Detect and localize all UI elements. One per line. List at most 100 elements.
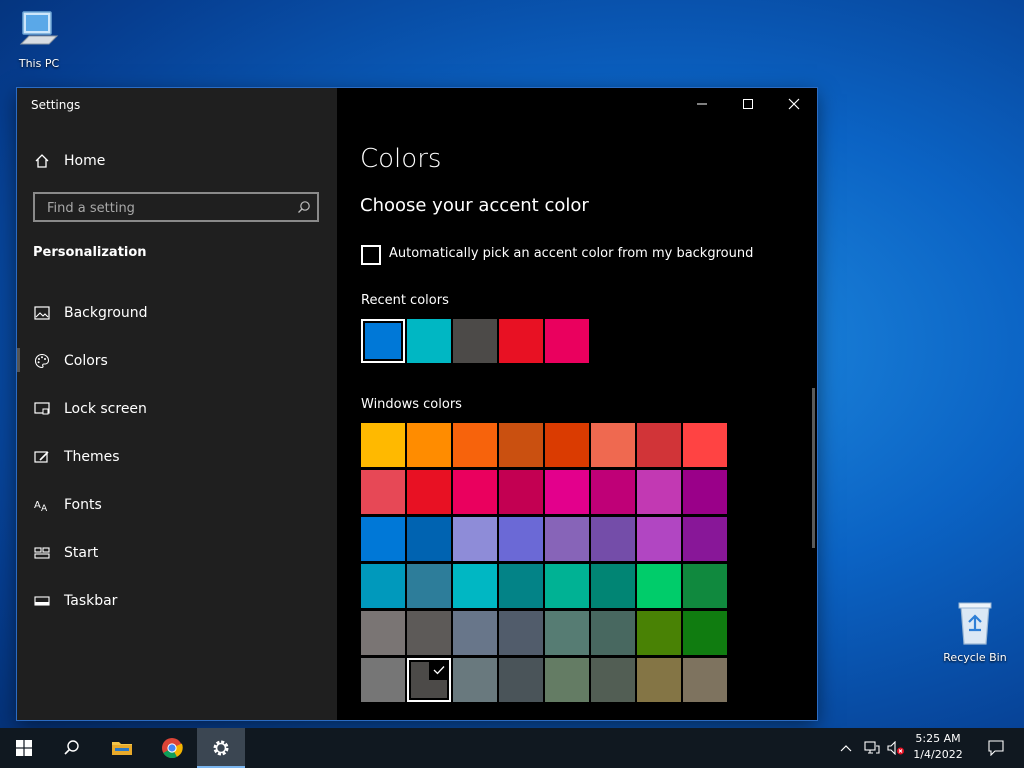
recent-colors-label: Recent colors [361, 293, 449, 308]
clock[interactable]: 5:25 AM 1/4/2022 [906, 731, 970, 763]
lock-screen-icon [33, 400, 51, 418]
windows-color-swatch[interactable] [683, 517, 727, 561]
windows-color-swatch[interactable] [361, 611, 405, 655]
volume-muted-icon [887, 741, 904, 755]
windows-color-swatch[interactable] [683, 470, 727, 514]
windows-color-swatch[interactable] [637, 658, 681, 702]
sidebar-item-colors[interactable]: Colors [33, 347, 108, 375]
home-icon [33, 152, 51, 170]
recent-color-swatch[interactable] [453, 319, 497, 363]
auto-pick-checkbox[interactable] [361, 245, 381, 265]
network-button[interactable] [860, 728, 884, 768]
windows-color-swatch[interactable] [453, 517, 497, 561]
volume-button[interactable] [884, 728, 908, 768]
windows-color-swatch[interactable] [361, 423, 405, 467]
windows-color-swatch[interactable] [407, 564, 451, 608]
windows-color-swatch[interactable] [453, 423, 497, 467]
windows-color-swatch[interactable] [545, 611, 589, 655]
windows-color-swatch[interactable] [637, 470, 681, 514]
windows-color-swatch[interactable] [499, 470, 543, 514]
recent-color-swatch[interactable] [545, 319, 589, 363]
search-box[interactable] [33, 192, 319, 222]
folder-icon [112, 742, 132, 755]
windows-color-swatch[interactable] [591, 564, 635, 608]
chrome-button[interactable] [148, 728, 196, 768]
start-icon [33, 544, 51, 562]
notification-icon [988, 740, 1004, 756]
sidebar-item-start[interactable]: Start [33, 539, 98, 567]
windows-color-swatch[interactable] [545, 658, 589, 702]
windows-color-swatch[interactable] [637, 517, 681, 561]
windows-color-swatch[interactable] [499, 423, 543, 467]
start-button[interactable] [0, 728, 48, 768]
sidebar-item-home[interactable]: Home [33, 147, 105, 175]
search-button[interactable] [48, 728, 96, 768]
file-explorer-button[interactable] [98, 728, 146, 768]
minimize-button[interactable] [679, 88, 725, 120]
windows-colors-label: Windows colors [361, 397, 462, 412]
picture-icon [33, 304, 51, 322]
windows-color-swatch[interactable] [591, 658, 635, 702]
windows-color-swatch[interactable] [453, 564, 497, 608]
windows-color-swatch[interactable] [499, 517, 543, 561]
settings-button[interactable] [197, 728, 245, 768]
windows-color-swatch[interactable] [545, 470, 589, 514]
windows-color-swatch[interactable] [591, 470, 635, 514]
windows-color-swatch[interactable] [361, 658, 405, 702]
search-icon[interactable] [297, 199, 311, 218]
desktop-icon-this-pc[interactable]: This PC [4, 8, 74, 70]
windows-color-swatch[interactable] [407, 517, 451, 561]
maximize-icon [743, 99, 753, 109]
windows-color-swatch[interactable] [453, 611, 497, 655]
action-center-button[interactable] [972, 728, 1020, 768]
recent-color-swatch[interactable] [361, 319, 405, 363]
windows-color-swatch[interactable] [499, 658, 543, 702]
sidebar-item-lock-screen[interactable]: Lock screen [33, 395, 147, 423]
close-button[interactable] [771, 88, 817, 120]
minimize-icon [697, 103, 707, 105]
windows-color-swatch[interactable] [591, 517, 635, 561]
sidebar-item-label: Taskbar [64, 593, 118, 609]
sidebar-item-label: Start [64, 545, 99, 561]
windows-color-swatch[interactable] [545, 564, 589, 608]
windows-color-swatch[interactable] [683, 611, 727, 655]
recent-color-swatch[interactable] [407, 319, 451, 363]
desktop-icon-label: Recycle Bin [943, 651, 1007, 664]
sidebar-item-background[interactable]: Background [33, 299, 148, 327]
windows-color-swatch[interactable] [637, 611, 681, 655]
auto-pick-label[interactable]: Automatically pick an accent color from … [389, 246, 753, 261]
windows-color-swatch[interactable] [407, 423, 451, 467]
windows-color-swatch[interactable] [591, 611, 635, 655]
desktop-icon-recycle-bin[interactable]: Recycle Bin [940, 600, 1010, 664]
scrollbar[interactable] [812, 388, 815, 548]
page-title: Colors [360, 144, 442, 174]
search-input[interactable] [45, 197, 289, 219]
sidebar-item-taskbar[interactable]: Taskbar [33, 587, 117, 615]
windows-color-swatch[interactable] [683, 423, 727, 467]
windows-color-swatch[interactable] [407, 658, 451, 702]
clock-time: 5:25 AM [915, 732, 961, 745]
windows-color-swatch[interactable] [545, 517, 589, 561]
sidebar-item-themes[interactable]: Themes [33, 443, 120, 471]
windows-color-swatch[interactable] [361, 564, 405, 608]
sidebar-item-fonts[interactable]: AA Fonts [33, 491, 102, 519]
windows-color-swatch[interactable] [499, 611, 543, 655]
windows-color-swatch[interactable] [683, 564, 727, 608]
sidebar-item-label: Home [64, 153, 106, 169]
windows-color-swatch[interactable] [361, 470, 405, 514]
windows-color-swatch[interactable] [453, 658, 497, 702]
windows-color-swatch[interactable] [361, 517, 405, 561]
recycle-bin-icon [958, 602, 992, 645]
show-hidden-icons-button[interactable] [834, 728, 858, 768]
windows-color-swatch[interactable] [637, 423, 681, 467]
windows-color-swatch[interactable] [591, 423, 635, 467]
windows-color-swatch[interactable] [453, 470, 497, 514]
windows-color-swatch[interactable] [407, 470, 451, 514]
windows-color-swatch[interactable] [637, 564, 681, 608]
maximize-button[interactable] [725, 88, 771, 120]
windows-color-swatch[interactable] [499, 564, 543, 608]
windows-color-swatch[interactable] [683, 658, 727, 702]
windows-color-swatch[interactable] [407, 611, 451, 655]
recent-color-swatch[interactable] [499, 319, 543, 363]
windows-color-swatch[interactable] [545, 423, 589, 467]
